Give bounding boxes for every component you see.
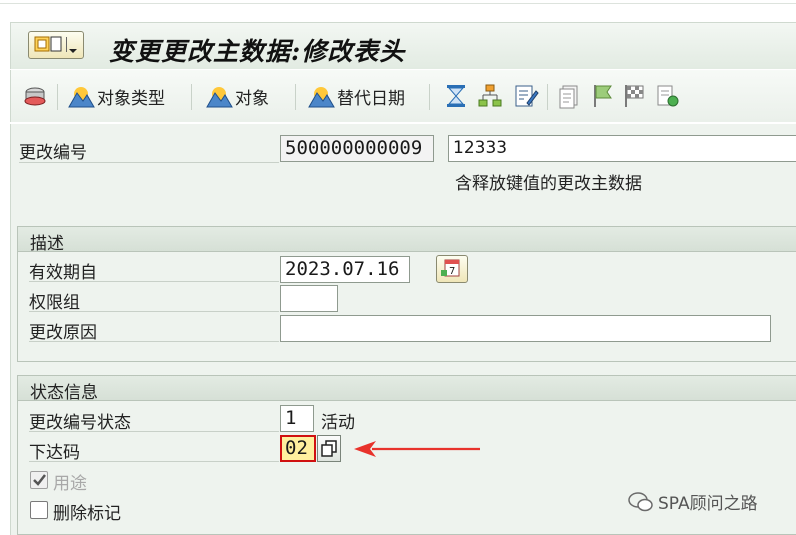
edit-button[interactable] [513, 82, 539, 110]
status-group-title: 状态信息 [30, 383, 98, 403]
calendar-icon: 7 [441, 259, 460, 277]
reason-for-change-label: 更改原因 [29, 323, 97, 343]
change-number-status-field[interactable]: 1 [280, 405, 314, 432]
hierarchy-button[interactable] [477, 82, 503, 110]
document-list-icon [559, 85, 578, 109]
reason-for-change-field[interactable] [280, 315, 771, 342]
usage-checkbox[interactable] [30, 471, 48, 489]
document-gear-icon [657, 85, 679, 107]
change-number-status-label: 更改编号状态 [29, 413, 131, 433]
description-group-header: 描述 [18, 227, 796, 254]
authorization-group-label: 权限组 [29, 293, 80, 313]
change-number-field[interactable]: 500000000009 [280, 135, 434, 162]
release-key-note: 含释放键值的更改主数据 [455, 174, 642, 194]
usage-label: 用途 [53, 474, 87, 494]
object-types-label: 对象类型 [97, 88, 165, 109]
description-group-title: 描述 [30, 234, 64, 254]
object-types-button[interactable]: 对象类型 [67, 82, 165, 110]
hourglass-button[interactable] [443, 82, 469, 110]
alternative-dates-label: 替代日期 [337, 88, 405, 109]
checkmark-icon [33, 474, 46, 486]
mountain-sun-icon [206, 87, 233, 108]
application-toolbar: 对象类型 对象 替代日期 [10, 70, 796, 122]
red-arrow-annotation [354, 441, 480, 457]
deletion-flag-label: 删除标记 [53, 504, 121, 524]
hourglass-icon [447, 85, 465, 107]
flag-button[interactable] [589, 82, 615, 110]
main-area: 更改编号 500000000009 12333 含释放键值的更改主数据 描述 有… [10, 124, 796, 535]
hierarchy-icon [478, 84, 502, 107]
valid-from-field[interactable]: 2023.07.16 [280, 256, 410, 283]
change-number-label: 更改编号 [19, 143, 87, 163]
mountain-sun-icon [308, 87, 335, 108]
menu-button[interactable] [28, 31, 84, 59]
page-title: 变更更改主数据:修改表头 [109, 37, 406, 66]
objects-button[interactable]: 对象 [205, 82, 269, 110]
status-group-header: 状态信息 [18, 376, 796, 403]
display-glasses-icon [24, 87, 46, 106]
copy-icon [321, 440, 337, 457]
release-key-label: 下达码 [29, 443, 80, 463]
alternative-dates-button[interactable]: 替代日期 [307, 82, 405, 110]
display-button[interactable] [21, 82, 49, 110]
valid-from-label: 有效期自 [29, 263, 97, 283]
objects-label: 对象 [235, 88, 269, 109]
mountain-sun-icon [68, 87, 95, 108]
change-description-field[interactable]: 12333 [448, 135, 796, 162]
title-bar: 变更更改主数据:修改表头 [10, 22, 796, 69]
svg-text:7: 7 [449, 266, 455, 277]
window-top-border [0, 3, 796, 4]
watermark: SPA顾问之路 [628, 489, 758, 514]
release-key-field[interactable]: 02 [280, 435, 316, 462]
release-key-search-help-button[interactable] [317, 435, 341, 462]
edit-pencil-icon [515, 85, 539, 107]
chat-bubbles-icon [628, 491, 653, 511]
status-text: 活动 [321, 413, 355, 433]
checkered-flag-button[interactable] [621, 82, 647, 110]
document-button[interactable] [557, 82, 583, 110]
checkered-flag-icon [625, 85, 644, 107]
calendar-button[interactable]: 7 [436, 255, 468, 283]
document-settings-button[interactable] [655, 82, 681, 110]
watermark-text: SPA顾问之路 [658, 494, 758, 514]
system-menu-icon [34, 36, 77, 53]
authorization-group-field[interactable] [280, 285, 338, 312]
deletion-flag-checkbox[interactable] [30, 501, 48, 519]
green-flag-icon [594, 85, 612, 107]
